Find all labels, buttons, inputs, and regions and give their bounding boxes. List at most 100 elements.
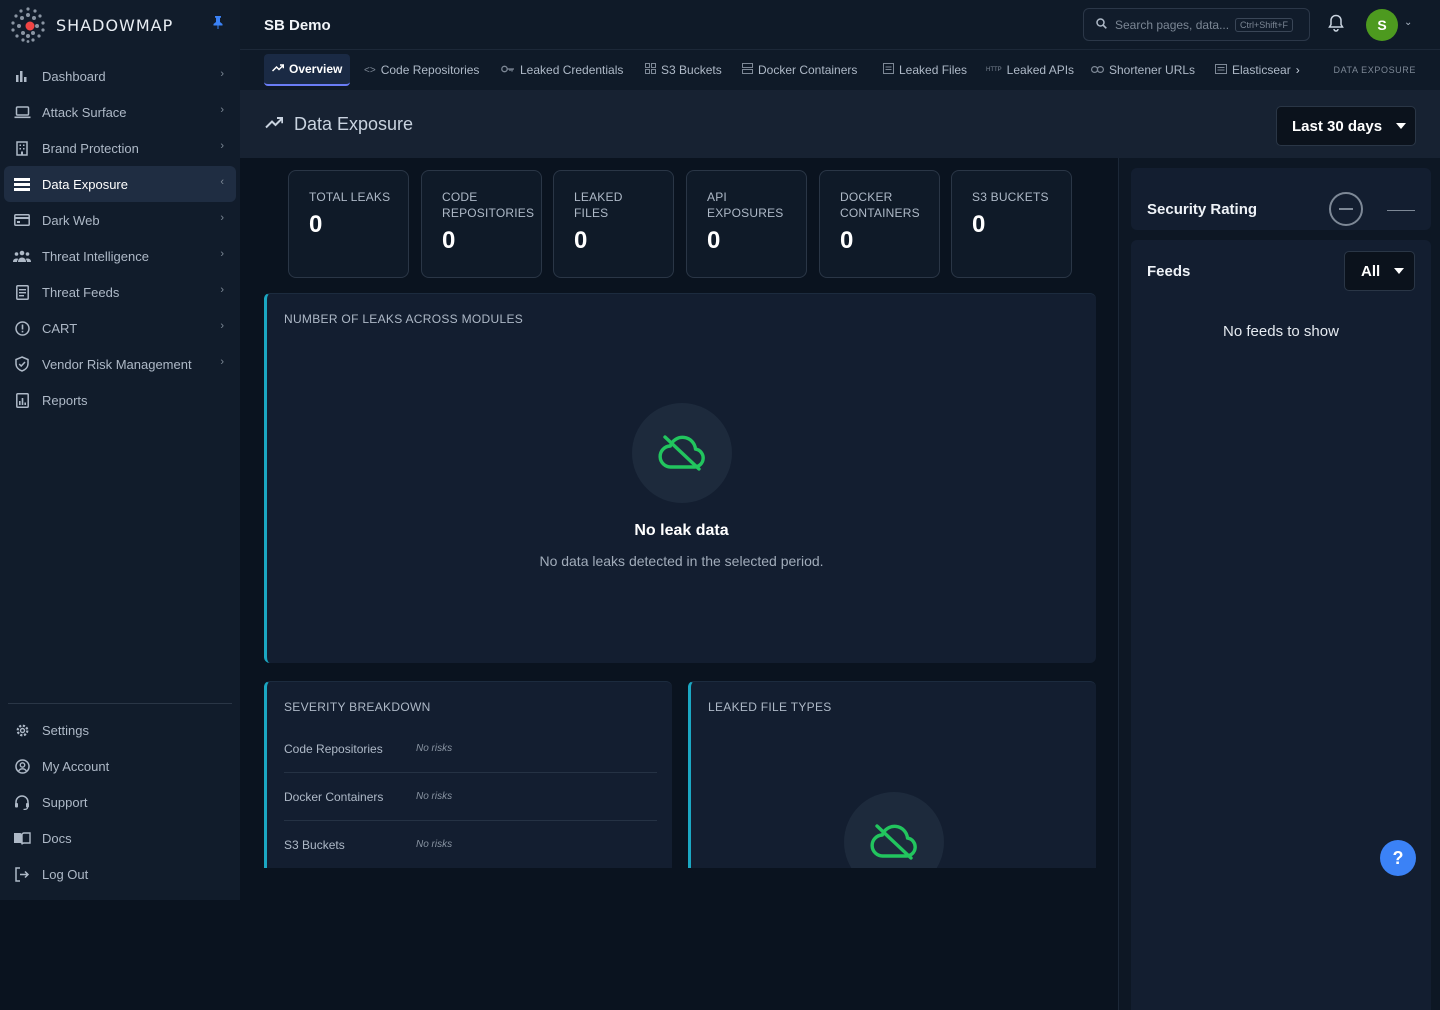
chevron-right-icon[interactable]: › (1296, 63, 1300, 77)
stat-label: CODE REPOSITORIES (442, 190, 535, 220)
laptop-icon (13, 103, 31, 121)
sidebar-item-dark-web[interactable]: Dark Web › (4, 202, 236, 238)
bell-icon[interactable] (1328, 14, 1344, 37)
search-shortcut: Ctrl+Shift+F (1235, 17, 1294, 32)
stat-value: 0 (840, 227, 854, 254)
chevron-down-icon[interactable]: ⌄ (1404, 17, 1412, 28)
tab-docker-containers[interactable]: Docker Containers (742, 54, 857, 86)
feeds-empty-state: No feeds to show (1223, 323, 1339, 340)
tab-leaked-files[interactable]: Leaked Files (883, 54, 967, 86)
rating-title: Security Rating (1147, 201, 1258, 218)
stat-value: 0 (707, 227, 721, 254)
sidebar-item-cart[interactable]: CART › (4, 310, 236, 346)
severity-module-name: Code Repositories (284, 741, 383, 756)
severity-breakdown-panel: SEVERITY BREAKDOWN Code Repositories No … (264, 681, 672, 868)
sidebar-item-attack-surface[interactable]: Attack Surface › (4, 94, 236, 130)
tab-code-repositories[interactable]: <> Code Repositories (364, 54, 479, 86)
search-input[interactable] (1115, 17, 1235, 32)
caret-down-icon (1394, 268, 1405, 274)
page-header: Data Exposure Last 30 days (240, 90, 1440, 158)
sidebar-item-my-account[interactable]: My Account (4, 748, 236, 784)
id-card-icon (13, 211, 31, 229)
sidebar-item-label: Attack Surface (42, 104, 127, 120)
sidebar-item-dashboard[interactable]: Dashboard › (4, 58, 236, 94)
key-icon (501, 65, 515, 76)
sidebar-item-data-exposure[interactable]: Data Exposure ‹ (4, 166, 236, 202)
feeds-filter-label: All (1361, 262, 1381, 280)
tab-overview[interactable]: Overview (264, 54, 351, 86)
sidebar-item-label: Brand Protection (42, 140, 139, 156)
topbar: SB Demo Ctrl+Shift+F S ⌄ (240, 0, 1440, 50)
sidebar-item-support[interactable]: Support (4, 784, 236, 820)
module-tabs: Overview <> Code Repositories Leaked Cre… (240, 50, 1440, 90)
sidebar-item-settings[interactable]: Settings (4, 712, 236, 748)
sidebar-item-vendor-risk-management[interactable]: Vendor Risk Management › (4, 346, 236, 382)
pin-icon[interactable] (213, 16, 223, 32)
severity-value: No risks (416, 791, 453, 802)
chevron-right-icon: › (220, 356, 224, 368)
tab-label: Docker Containers (758, 63, 858, 77)
http-icon: HTTP (986, 67, 1002, 73)
sidebar-item-docs[interactable]: Docs (4, 820, 236, 856)
brand-name: SHADOWMAP (56, 15, 174, 35)
sidebar-item-label: Reports (42, 392, 88, 408)
sidebar-item-threat-feeds[interactable]: Threat Feeds › (4, 274, 236, 310)
stat-card-total-leaks: TOTAL LEAKS 0 (288, 170, 409, 278)
info-circle-icon (13, 319, 31, 337)
tab-label: Leaked APIs (1006, 63, 1075, 77)
sidebar-item-label: Threat Feeds (42, 284, 120, 300)
tab-shortener-urls[interactable]: Shortener URLs (1091, 54, 1195, 86)
chevron-left-icon: ‹ (220, 176, 224, 188)
chevron-right-icon: › (220, 104, 224, 116)
sidebar-item-label: Settings (42, 722, 89, 738)
sidebar-nav: Dashboard › Attack Surface › Brand Prote… (4, 58, 236, 418)
feeds-filter-dropdown[interactable]: All (1344, 251, 1415, 291)
server-icon (742, 63, 753, 77)
panel-title: LEAKED FILE TYPES (708, 700, 832, 714)
stat-label: TOTAL LEAKS (309, 190, 391, 204)
feeds-card: Feeds All No feeds to show (1131, 240, 1431, 1010)
chevron-right-icon: › (220, 248, 224, 260)
sidebar-item-label: Docs (42, 830, 72, 846)
link-icon (1091, 65, 1105, 76)
sidebar-item-log-out[interactable]: Log Out (4, 856, 236, 892)
panel-title: SEVERITY BREAKDOWN (284, 700, 431, 714)
tab-label: Leaked Credentials (520, 63, 624, 77)
sidebar-item-threat-intelligence[interactable]: Threat Intelligence › (4, 238, 236, 274)
main-content: TOTAL LEAKS 0 CODE REPOSITORIES 0 LEAKED… (254, 158, 1106, 868)
security-rating-card: Security Rating (1131, 168, 1431, 230)
sidebar-item-label: Data Exposure (42, 176, 128, 192)
sidebar-item-label: Support (42, 794, 88, 810)
brand-logo[interactable]: SHADOWMAP (8, 4, 173, 46)
section-label: DATA EXPOSURE (1333, 65, 1416, 75)
sidebar-item-label: Log Out (42, 866, 89, 882)
help-button[interactable]: ? (1380, 840, 1416, 876)
sidebar: SHADOWMAP Dashboard › Attack Surface › B… (0, 0, 240, 900)
stat-label: S3 BUCKETS (972, 190, 1049, 204)
tab-label: Overview (289, 62, 343, 76)
sidebar-item-label: Vendor Risk Management (42, 356, 192, 372)
tab-label: S3 Buckets (661, 63, 722, 77)
stat-label: API EXPOSURES (707, 190, 784, 220)
global-search[interactable]: Ctrl+Shift+F (1083, 8, 1310, 41)
headset-icon (13, 793, 31, 811)
tab-s3-buckets[interactable]: S3 Buckets (645, 54, 722, 86)
sidebar-item-reports[interactable]: Reports (4, 382, 236, 418)
stat-card-api-exposures: API EXPOSURES 0 (686, 170, 807, 278)
severity-module-name: Docker Containers (284, 789, 384, 804)
code-icon: <> (364, 64, 376, 76)
org-name[interactable]: SB Demo (264, 17, 331, 34)
severity-value: No risks (416, 743, 453, 754)
feeds-title: Feeds (1147, 263, 1191, 280)
sidebar-item-label: My Account (42, 758, 110, 774)
tab-label: Leaked Files (899, 63, 968, 77)
cloud-off-icon (844, 792, 944, 868)
user-avatar[interactable]: S (1366, 9, 1398, 41)
tab-leaked-credentials[interactable]: Leaked Credentials (501, 54, 623, 86)
sidebar-item-brand-protection[interactable]: Brand Protection › (4, 130, 236, 166)
tab-elasticsearch[interactable]: Elasticsear › (1215, 54, 1300, 86)
page-title: Data Exposure (294, 114, 414, 134)
date-range-dropdown[interactable]: Last 30 days (1276, 106, 1416, 146)
bar-chart-icon (13, 67, 31, 85)
tab-leaked-apis[interactable]: HTTP Leaked APIs (986, 54, 1074, 86)
